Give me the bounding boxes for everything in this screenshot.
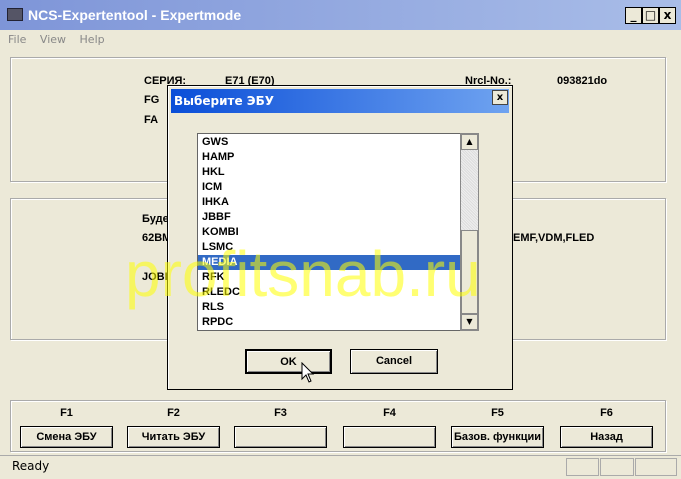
ecu-list-item[interactable]: RFK — [198, 270, 479, 285]
nrcl-value: 093821do — [557, 75, 608, 87]
ecu-list-item[interactable]: MEDIA — [198, 255, 479, 270]
app-icon — [7, 8, 23, 21]
ecu-list-item[interactable]: LSMC — [198, 240, 479, 255]
ecu-list-item[interactable]: ICM — [198, 180, 479, 195]
ecu-list-item[interactable]: JBBF — [198, 210, 479, 225]
ecu-listbox[interactable]: GWS HAMP HKL ICM IHKA JBBF KOMBI LSMC MEDIA RFK RL… — [197, 133, 479, 331]
menu-file[interactable]: File — [8, 33, 26, 46]
status-cell — [600, 458, 634, 476]
listbox-scrollbar[interactable]: ▲ ▼ — [460, 133, 479, 331]
status-cell — [635, 458, 677, 476]
fkey-label-f6: F6 — [600, 407, 613, 419]
fkey-label-f4: F4 — [383, 407, 396, 419]
ecu-list-item[interactable]: IHKA — [198, 195, 479, 210]
fkey-button-f2[interactable]: Читать ЭБУ — [127, 426, 220, 448]
status-text: Ready — [12, 459, 50, 473]
scroll-down-icon[interactable]: ▼ — [461, 314, 478, 330]
menu-view[interactable]: View — [40, 33, 66, 46]
fkey-button-f3[interactable] — [234, 426, 327, 448]
cancel-button[interactable]: Cancel — [350, 349, 438, 374]
minimize-button[interactable]: _ — [625, 7, 642, 24]
mouse-cursor-icon — [301, 362, 315, 383]
menu-bar: File View Help — [0, 30, 681, 48]
title-bar: NCS-Expertentool - Expertmode — [0, 0, 681, 30]
fkey-label-f5: F5 — [491, 407, 504, 419]
status-cell — [566, 458, 599, 476]
job-line1: Буде — [142, 213, 169, 225]
select-ecu-dialog: Выберите ЭБУ x GWS HAMP HKL ICM IHKA JBBF KOMB… — [167, 85, 513, 390]
fkey-label-f3: F3 — [274, 407, 287, 419]
ecu-list-item[interactable]: KOMBI — [198, 225, 479, 240]
menu-help[interactable]: Help — [80, 33, 105, 46]
fg-label: FG — [144, 94, 160, 106]
dialog-title: Выберите ЭБУ — [171, 89, 509, 113]
ecu-list-item[interactable]: RLS — [198, 300, 479, 315]
ecu-list-item[interactable]: HAMP — [198, 150, 479, 165]
fkey-button-f1[interactable]: Смена ЭБУ — [20, 426, 113, 448]
job-line3: JOBI — [142, 271, 168, 283]
scroll-up-icon[interactable]: ▲ — [461, 134, 478, 150]
dialog-close-button[interactable]: x — [492, 90, 508, 105]
ecu-list-item[interactable]: RLEDC — [198, 285, 479, 300]
fa-label: FA — [144, 114, 159, 126]
fkey-button-f6[interactable]: Назад — [560, 426, 653, 448]
ok-button[interactable]: OK — [245, 349, 332, 374]
fkey-button-f5[interactable]: Базов. функции — [451, 426, 544, 448]
ecu-list-item[interactable]: HKL — [198, 165, 479, 180]
ecu-list-item[interactable]: RPDC — [198, 315, 479, 330]
maximize-button[interactable]: □ — [642, 7, 659, 24]
close-button[interactable]: x — [659, 7, 676, 24]
fkey-button-f4[interactable] — [343, 426, 436, 448]
ecu-list-item[interactable]: GWS — [198, 135, 479, 150]
fkey-label-f1: F1 — [60, 407, 73, 419]
fkey-label-f2: F2 — [167, 407, 180, 419]
window-title: NCS-Expertentool - Expertmode — [28, 7, 242, 23]
job-line2-right: EMF,VDM,FLED — [513, 232, 595, 244]
scroll-thumb[interactable] — [461, 230, 478, 314]
